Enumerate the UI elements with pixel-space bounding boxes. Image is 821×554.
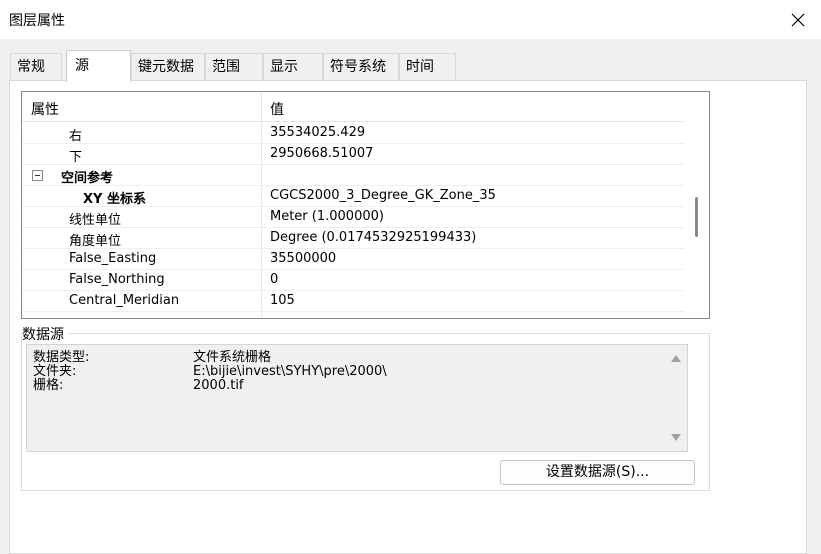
datasource-info: 数据类型: 文件系统栅格 文件夹: E:\bijie\invest\SYHY\p… bbox=[26, 344, 688, 452]
group-name: 空间参考 bbox=[61, 171, 114, 186]
row-name: XY 坐标系 bbox=[83, 192, 146, 207]
grid-group-row[interactable]: 空间参考 bbox=[22, 165, 684, 186]
datasource-label: 文件夹: bbox=[33, 364, 77, 379]
scroll-up-icon[interactable] bbox=[671, 355, 681, 362]
header-value: 值 bbox=[270, 102, 284, 118]
close-icon bbox=[791, 13, 805, 26]
grid-row[interactable]: False_Northing 0 bbox=[22, 270, 684, 291]
datasource-group-label: 数据源 bbox=[22, 324, 68, 344]
title-bar: 图层属性 bbox=[0, 0, 821, 39]
datasource-value: 文件系统栅格 bbox=[193, 350, 272, 365]
row-value: 0 bbox=[270, 272, 279, 287]
datasource-label: 数据类型: bbox=[33, 350, 90, 365]
grid-row[interactable]: 线性单位 Meter (1.000000) bbox=[22, 207, 684, 228]
row-name: 线性单位 bbox=[69, 213, 122, 228]
grid-row[interactable]: 右 35534025.429 bbox=[22, 123, 684, 144]
tab-time[interactable]: 时间 bbox=[399, 53, 456, 81]
tab-general[interactable]: 常规 bbox=[10, 53, 62, 81]
window-title: 图层属性 bbox=[9, 13, 65, 29]
row-value: CGCS2000_3_Degree_GK_Zone_35 bbox=[270, 188, 496, 203]
tab-source[interactable]: 源 bbox=[66, 50, 131, 82]
source-tab-panel: 属性 值 右 35534025.429 下 2950668.51007 空间参考… bbox=[9, 80, 807, 554]
tab-display[interactable]: 显示 bbox=[263, 53, 323, 81]
datasource-value: E:\bijie\invest\SYHY\pre\2000\ bbox=[193, 364, 387, 379]
scroll-down-icon[interactable] bbox=[671, 434, 681, 441]
grid-row[interactable]: 下 2950668.51007 bbox=[22, 144, 684, 165]
row-name: False_Northing bbox=[69, 272, 165, 287]
grid-row[interactable]: Central_Meridian 105 bbox=[22, 291, 684, 312]
row-name: 右 bbox=[69, 129, 83, 144]
row-name: 下 bbox=[69, 150, 83, 165]
grid-row[interactable]: XY 坐标系 CGCS2000_3_Degree_GK_Zone_35 bbox=[22, 186, 684, 207]
row-name: 角度单位 bbox=[69, 234, 122, 249]
close-button[interactable] bbox=[775, 0, 821, 39]
collapse-icon[interactable] bbox=[32, 170, 43, 181]
datasource-label: 栅格: bbox=[33, 378, 64, 393]
grid-scrollbar[interactable] bbox=[684, 92, 709, 318]
tab-key-metadata[interactable]: 键元数据 bbox=[131, 53, 205, 81]
grid-row[interactable]: 角度单位 Degree (0.0174532925199433) bbox=[22, 228, 684, 249]
tab-symbology[interactable]: 符号系统 bbox=[323, 53, 399, 81]
row-value: 105 bbox=[270, 293, 295, 308]
grid-header: 属性 值 bbox=[22, 92, 684, 122]
scrollbar-thumb[interactable] bbox=[695, 197, 698, 237]
header-property: 属性 bbox=[31, 102, 59, 118]
property-grid: 属性 值 右 35534025.429 下 2950668.51007 空间参考… bbox=[21, 91, 710, 319]
set-datasource-button[interactable]: 设置数据源(S)... bbox=[500, 460, 695, 485]
grid-row[interactable]: False_Easting 35500000 bbox=[22, 249, 684, 270]
row-value: 35500000 bbox=[270, 251, 337, 266]
row-value: 2950668.51007 bbox=[270, 146, 374, 161]
row-value: Degree (0.0174532925199433) bbox=[270, 230, 477, 245]
row-name: False_Easting bbox=[69, 251, 157, 266]
row-value: Meter (1.000000) bbox=[270, 209, 384, 224]
datasource-value: 2000.tif bbox=[193, 378, 244, 393]
row-value: 35534025.429 bbox=[270, 125, 366, 140]
row-name: Central_Meridian bbox=[69, 293, 180, 308]
tab-extent[interactable]: 范围 bbox=[205, 53, 263, 81]
